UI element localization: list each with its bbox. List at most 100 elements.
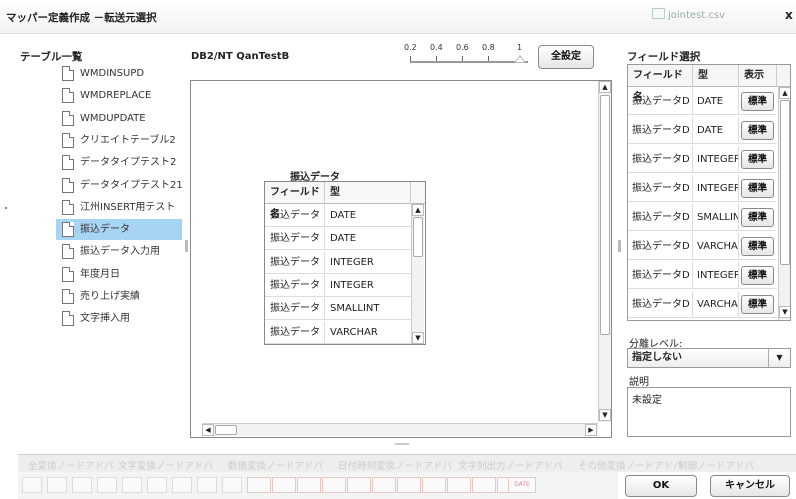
zoom-track[interactable] bbox=[410, 61, 528, 63]
palette-tool-icon[interactable] bbox=[47, 477, 67, 493]
palette-tool-icon[interactable] bbox=[222, 477, 242, 493]
table-list-item[interactable]: WMDINSUPD bbox=[56, 63, 182, 84]
left-splitter-handle[interactable] bbox=[185, 240, 188, 252]
display-standard-button[interactable]: 標準 bbox=[741, 208, 774, 227]
palette-tab[interactable]: 数値変換ノードアドバ bbox=[228, 458, 323, 472]
palette-tool-icon[interactable] bbox=[247, 477, 271, 493]
entity-row[interactable]: 振込データ INTEGER bbox=[265, 251, 411, 274]
display-standard-button[interactable]: 標準 bbox=[741, 150, 774, 169]
entity-row[interactable]: 振込データ DATE bbox=[265, 205, 411, 227]
table-list-item[interactable]: 振込データ入力用 bbox=[56, 241, 182, 262]
document-icon bbox=[62, 199, 74, 215]
display-standard-button[interactable]: 標準 bbox=[741, 266, 774, 285]
table-list-item[interactable]: 売り上げ実績 bbox=[56, 286, 182, 307]
file-tab[interactable]: jointest.csv bbox=[652, 8, 772, 26]
table-list-item[interactable]: データタイプテスト21 bbox=[56, 175, 183, 196]
field-name: 振込データD bbox=[628, 291, 693, 318]
palette-tab[interactable]: 日付時刻変換ノードアドバ bbox=[338, 458, 452, 472]
entity-table[interactable]: フィールド名 型 振込データ DATE 振込データ DATE 振込データ INTEGER 振… bbox=[264, 181, 426, 345]
entity-row[interactable]: 振込データ DATE bbox=[265, 228, 411, 251]
display-standard-button[interactable]: 標準 bbox=[741, 121, 774, 140]
entity-field-type: INTEGER bbox=[330, 256, 374, 268]
entity-row[interactable]: 振込データ VARCHAR bbox=[265, 321, 411, 344]
entity-row[interactable]: 振込データ SMALLINT bbox=[265, 298, 411, 321]
ok-button[interactable]: OK bbox=[625, 475, 697, 497]
display-standard-button[interactable]: 標準 bbox=[741, 237, 774, 256]
field-select-row: 振込データD INTEGER 標準 bbox=[628, 146, 777, 173]
palette-tool-icon[interactable] bbox=[397, 477, 421, 493]
table-list-item-label: 文字挿入用 bbox=[80, 313, 130, 325]
table-list: WMDINSUPD WMDREPLACE WMDUPDATE クリエイトテーブル2 デー… bbox=[56, 63, 183, 343]
table-list-item-label: WMDINSUPD bbox=[80, 68, 145, 79]
close-icon[interactable]: x bbox=[785, 8, 793, 22]
canvas-horizontal-scrollbar[interactable]: ◀ ▶ bbox=[202, 423, 598, 436]
palette-tab[interactable]: 制御ノードアドバ bbox=[678, 458, 754, 472]
palette-tool-icon[interactable] bbox=[447, 477, 471, 493]
field-select-scrollbar[interactable]: ▲ ▼ bbox=[778, 87, 790, 320]
display-standard-button[interactable]: 標準 bbox=[741, 179, 774, 198]
scroll-down-icon[interactable]: ▼ bbox=[599, 409, 611, 421]
zoom-slider[interactable]: 0.2 0.4 0.6 0.8 1 bbox=[404, 43, 530, 69]
right-splitter-handle[interactable] bbox=[618, 240, 621, 252]
date-tool-icon[interactable]: DATE bbox=[508, 477, 536, 493]
table-list-item[interactable]: WMDUPDATE bbox=[56, 108, 182, 129]
palette-tab[interactable]: その他変換ノードアドバ bbox=[578, 458, 683, 472]
palette-tool-icon[interactable] bbox=[172, 477, 192, 493]
palette-tool-icon[interactable] bbox=[297, 477, 321, 493]
field-type: INTEGER bbox=[693, 175, 739, 202]
description-field[interactable]: 未設定 bbox=[627, 387, 791, 437]
palette-tool-icon[interactable] bbox=[197, 477, 217, 493]
palette-tool-icon[interactable] bbox=[422, 477, 446, 493]
cancel-button[interactable]: キャンセル bbox=[710, 475, 790, 497]
palette-tab[interactable]: 文字変換ノードアドバ bbox=[118, 458, 213, 472]
table-list-item[interactable]: 振込データ bbox=[56, 219, 182, 241]
edge-marker bbox=[5, 207, 7, 209]
palette-tab[interactable]: 全変換ノードアドバ bbox=[28, 458, 114, 472]
field-select-row: 振込データDVARCHAR標準 bbox=[628, 233, 777, 260]
palette-tool-icon[interactable] bbox=[372, 477, 396, 493]
table-list-item[interactable]: 江州INSERT用テスト bbox=[56, 197, 182, 218]
scrollbar-thumb[interactable] bbox=[780, 100, 790, 265]
palette-tool-icon[interactable] bbox=[22, 477, 42, 493]
document-icon bbox=[62, 132, 74, 148]
entity-scrollbar[interactable]: ▲ ▼ bbox=[411, 204, 424, 344]
table-list-item[interactable]: 年度月日 bbox=[56, 264, 182, 285]
scroll-right-icon[interactable]: ▶ bbox=[585, 424, 597, 436]
zoom-thumb[interactable] bbox=[514, 55, 526, 63]
table-list-item[interactable]: WMDREPLACE bbox=[56, 85, 182, 106]
chevron-down-icon[interactable]: ▼ bbox=[768, 349, 790, 367]
scrollbar-thumb[interactable] bbox=[215, 425, 237, 435]
scroll-up-icon[interactable]: ▲ bbox=[779, 87, 790, 99]
palette-tab[interactable]: 文字列出力ノードアドバ bbox=[458, 458, 563, 472]
scrollbar-thumb[interactable] bbox=[600, 95, 610, 335]
palette-tool-icon[interactable] bbox=[322, 477, 346, 493]
bottom-splitter-handle[interactable] bbox=[395, 443, 409, 445]
set-all-button[interactable]: 全設定 bbox=[538, 45, 594, 69]
palette-tool-icon[interactable] bbox=[472, 477, 496, 493]
entity-row[interactable]: 振込データ INTEGER bbox=[265, 274, 411, 297]
separation-level-select[interactable]: 指定しない ▼ bbox=[627, 348, 791, 368]
field-type: VARCHAR bbox=[693, 233, 739, 260]
field-type: SMALLINT bbox=[693, 204, 739, 231]
scroll-up-icon[interactable]: ▲ bbox=[599, 81, 611, 93]
scroll-down-icon[interactable]: ▼ bbox=[412, 332, 424, 344]
palette-tool-icon[interactable] bbox=[347, 477, 371, 493]
field-col-display: 表示 bbox=[739, 65, 777, 87]
canvas-vertical-scrollbar[interactable]: ▲ ▼ bbox=[598, 81, 611, 422]
palette-tool-icon[interactable] bbox=[122, 477, 142, 493]
display-standard-button[interactable]: 標準 bbox=[741, 295, 774, 314]
palette-tool-icon[interactable] bbox=[147, 477, 167, 493]
separation-level-value: 指定しない bbox=[632, 352, 682, 363]
scroll-left-icon[interactable]: ◀ bbox=[202, 424, 214, 436]
table-list-item[interactable]: データタイプテスト2 bbox=[56, 152, 182, 173]
scroll-down-icon[interactable]: ▼ bbox=[779, 306, 790, 318]
palette-tool-icon[interactable] bbox=[97, 477, 117, 493]
table-list-item[interactable]: クリエイトテーブル2 bbox=[56, 130, 182, 151]
file-tab-label: jointest.csv bbox=[668, 10, 726, 21]
palette-tool-icon[interactable] bbox=[272, 477, 296, 493]
table-list-item[interactable]: 文字挿入用 bbox=[56, 308, 182, 329]
scroll-up-icon[interactable]: ▲ bbox=[412, 204, 424, 216]
display-standard-button[interactable]: 標準 bbox=[741, 92, 774, 111]
scrollbar-thumb[interactable] bbox=[413, 217, 423, 257]
palette-tool-icon[interactable] bbox=[72, 477, 92, 493]
